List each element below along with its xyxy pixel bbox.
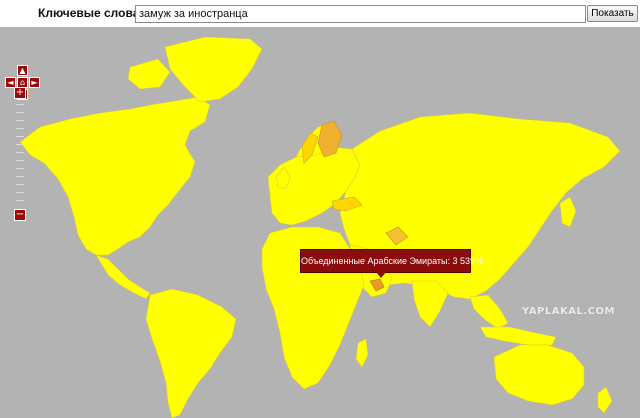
world-map[interactable]: ▲ ◄ ⌂ ► ▼ bbox=[0, 27, 640, 418]
japan bbox=[559, 196, 577, 228]
pan-up-button[interactable]: ▲ bbox=[17, 65, 28, 76]
south-america bbox=[145, 288, 237, 418]
greenland bbox=[164, 36, 263, 103]
zoom-slider[interactable] bbox=[15, 100, 25, 206]
keywords-label: Ключевые слова: bbox=[38, 6, 144, 20]
southeast-asia bbox=[469, 294, 509, 330]
world-map-svg bbox=[19, 36, 621, 418]
keywords-input[interactable] bbox=[135, 5, 586, 23]
zoom-out-button[interactable]: − bbox=[14, 209, 26, 221]
show-button[interactable]: Показать bbox=[587, 5, 638, 22]
india bbox=[411, 280, 449, 328]
country-tooltip: Объединенные Арабские Эмираты: 3 539% bbox=[300, 249, 483, 273]
pan-right-button[interactable]: ► bbox=[29, 77, 40, 88]
australia bbox=[493, 344, 585, 406]
zoom-in-button[interactable]: + bbox=[14, 87, 26, 99]
central-america bbox=[95, 254, 151, 300]
indonesia bbox=[479, 326, 557, 346]
search-bar: Ключевые слова: Показать bbox=[0, 0, 640, 27]
madagascar bbox=[355, 338, 369, 368]
canada-islands bbox=[127, 58, 171, 90]
pan-control: ▲ ◄ ⌂ ► ▼ bbox=[4, 65, 40, 105]
new-zealand bbox=[597, 386, 613, 414]
north-america bbox=[19, 96, 211, 256]
watermark: YAPLAKAL.COM bbox=[522, 306, 615, 317]
tooltip-pointer bbox=[375, 271, 387, 278]
